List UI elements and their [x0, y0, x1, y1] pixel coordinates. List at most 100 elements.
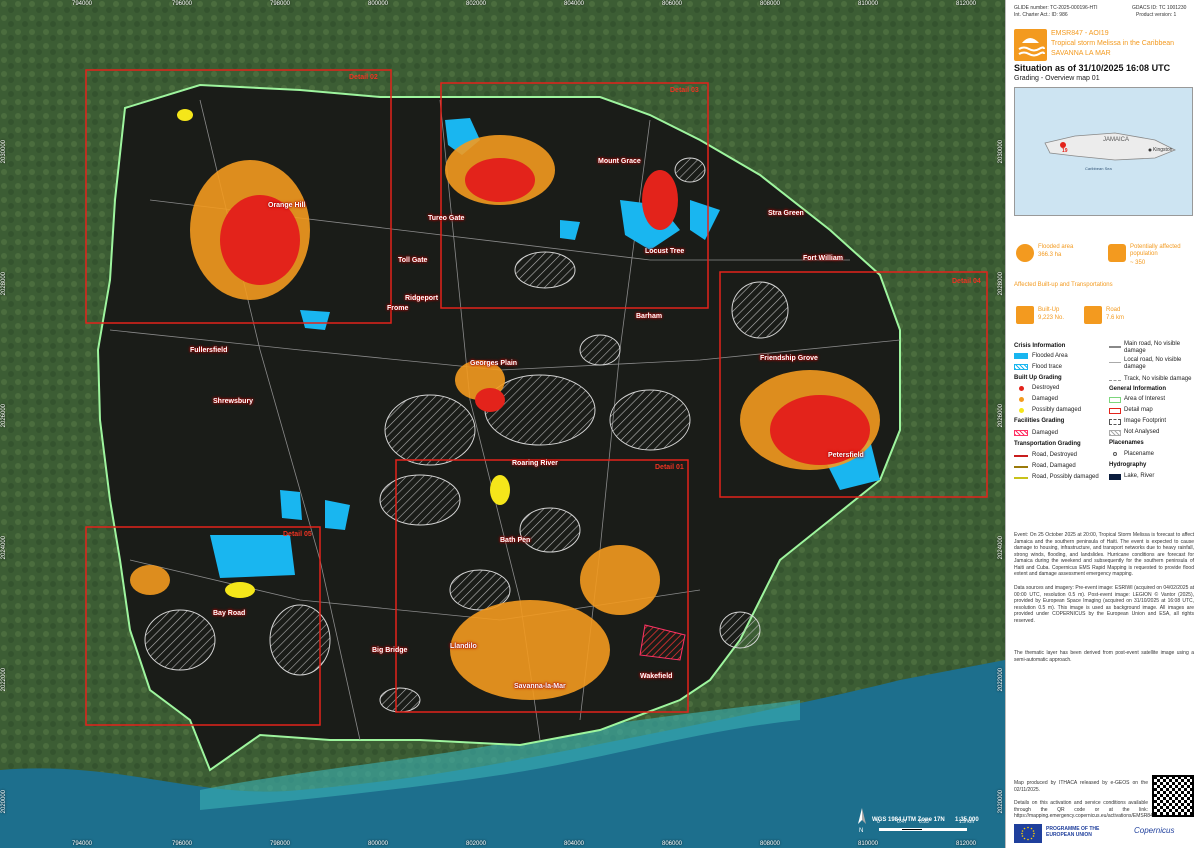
aoi-swatch: [1109, 397, 1121, 403]
data-sources: Data sources and imagery: Pre-event imag…: [1014, 585, 1194, 624]
coord-label: 808000: [760, 1, 781, 7]
flood-trace-swatch: [1014, 364, 1028, 370]
side-panel: GLIDE number: TC-2025-000196-HTI Int. Ch…: [1005, 0, 1200, 848]
legend-possibly: Possibly damaged: [1032, 407, 1082, 413]
ems-code: EMSR847 - AOI19: [1051, 30, 1109, 37]
legend-fac-damaged: Damaged: [1032, 430, 1059, 436]
legend-damaged: Damaged: [1032, 396, 1059, 402]
placename-label: Bath Pen: [500, 537, 531, 544]
coord-label: 804000: [564, 1, 585, 7]
coord-label: 798000: [270, 841, 291, 847]
track-line: [1109, 380, 1121, 381]
population-value: ~ 350: [1130, 260, 1146, 266]
coord-label: 800000: [368, 1, 389, 7]
coord-label: 812000: [956, 841, 977, 847]
eu-programme: PROGRAMME OF THE EUROPEAN UNION: [1046, 826, 1100, 838]
coord-label: 808000: [760, 841, 781, 847]
placename-label: Savanna-la-Mar: [514, 683, 566, 690]
placename-label: Petersfield: [828, 452, 864, 459]
qr-code-icon[interactable]: [1152, 775, 1194, 817]
coord-label: 800000: [368, 841, 389, 847]
details-note: Details on this activation and service c…: [1014, 800, 1156, 819]
map-frame[interactable]: N 794000 796000 798000 800000 802000 804…: [0, 0, 1005, 848]
legend-main-road: Main road, No visible damage: [1124, 341, 1181, 354]
road-damaged-line: [1014, 466, 1028, 468]
flooded-area-swatch: [1014, 353, 1028, 359]
road-label: Road: [1106, 307, 1121, 313]
coord-label: 2024000: [1, 536, 7, 560]
placename-label: Bay Road: [213, 610, 246, 617]
legend-flooded: Flooded Area: [1032, 353, 1068, 359]
lake-river-swatch: [1109, 474, 1121, 480]
population-icon: [1108, 244, 1126, 262]
affected-title: Affected Built-up and Transportations: [1014, 282, 1113, 288]
placename-label: Frome: [387, 305, 409, 312]
thematic-note: The thematic layer has been derived from…: [1014, 650, 1194, 663]
flooded-area-icon: [1016, 244, 1034, 262]
placename-label: Stra Green: [768, 210, 804, 217]
built-up-icon: [1016, 306, 1034, 324]
coord-label: 806000: [662, 841, 683, 847]
inset-aoi-number: 19: [1062, 148, 1068, 154]
local-road-line: [1109, 362, 1121, 363]
produced-by: Map produced by ITHACA released by e-GEO…: [1014, 780, 1148, 793]
coord-label: 2028000: [1, 272, 7, 296]
main-road-line: [1109, 346, 1121, 348]
copernicus-logo: Copernicus: [1134, 826, 1175, 835]
coord-label: 810000: [858, 1, 879, 7]
glide-number: GLIDE number: TC-2025-000196-HTI: [1014, 5, 1098, 11]
projection-label: WGS 1984 UTM Zone 17N: [872, 817, 945, 823]
road-value: 7.6 km: [1106, 315, 1125, 321]
legend-road-destroyed: Road, Destroyed: [1032, 452, 1078, 458]
coord-label: 806000: [662, 1, 683, 7]
footprint-swatch: [1109, 419, 1121, 425]
legend-hydro-title: Hydrography: [1109, 462, 1147, 468]
placename-label: Wakefield: [640, 673, 673, 680]
detail-label-04: Detail 04: [952, 278, 981, 285]
coord-label: 2030000: [1, 140, 7, 164]
inset-country: JAMAICA: [1103, 137, 1130, 143]
flooded-label: Flooded area: [1038, 244, 1074, 250]
detail-label-01: Detail 01: [655, 464, 684, 471]
legend-general-title: General Information: [1109, 386, 1167, 392]
legend-flood-trace: Flood trace: [1032, 364, 1063, 370]
placename-label: Locust Tree: [645, 248, 685, 255]
coord-label: 812000: [956, 1, 977, 7]
event-title: Tropical storm Melissa in the Caribbean: [1051, 40, 1175, 47]
placename-label: Tureo Gate: [428, 215, 465, 222]
gdacs-id: GDACS ID: TC 1001230: [1132, 5, 1187, 11]
placename-label: Shrewsbury: [213, 398, 254, 405]
coord-label: 2020000: [998, 790, 1004, 814]
damaged-dot-icon: [1019, 397, 1024, 402]
legend-not-analysed: Not Analysed: [1124, 429, 1160, 435]
legend-transport-title: Transportation Grading: [1014, 441, 1081, 447]
coord-label: 802000: [466, 841, 487, 847]
coord-label: 2026000: [1, 404, 7, 428]
legend-facilities-title: Facilities Grading: [1014, 418, 1065, 424]
situation-title: Situation as of 31/10/2025 16:08 UTC: [1014, 63, 1171, 73]
coord-label: 2020000: [1, 790, 7, 814]
possibly-dot-icon: [1019, 408, 1024, 413]
coord-label: 2024000: [998, 536, 1004, 560]
placename-label: Ridgeport: [405, 295, 439, 302]
legend-placename: Placename: [1124, 451, 1155, 457]
map-canvas[interactable]: N: [0, 0, 1005, 848]
detail-label-05: Detail 05: [283, 531, 312, 538]
detail-label-03: Detail 03: [670, 87, 699, 94]
coord-label: 794000: [72, 841, 93, 847]
eu-flag-icon: [1014, 824, 1042, 843]
legend-destroyed: Destroyed: [1032, 385, 1060, 391]
coord-label: 804000: [564, 841, 585, 847]
placename-label: Toll Gate: [398, 257, 428, 264]
coord-label: 794000: [72, 1, 93, 7]
legend-builtup-title: Built Up Grading: [1014, 375, 1062, 381]
legend-lake-river: Lake, River: [1124, 473, 1155, 479]
builtup-label: Built-Up: [1038, 307, 1060, 313]
flooded-value: 366.3 ha: [1038, 252, 1062, 258]
placename-label: Llandilo: [450, 643, 477, 650]
inset-sea: Caribbean Sea: [1085, 166, 1112, 171]
charter-id: Int. Charter Act.: ID: 986: [1014, 12, 1068, 18]
coord-label: 796000: [172, 1, 193, 7]
destroyed-dot-icon: [1019, 386, 1024, 391]
placename-label: Mount Grace: [598, 158, 641, 165]
